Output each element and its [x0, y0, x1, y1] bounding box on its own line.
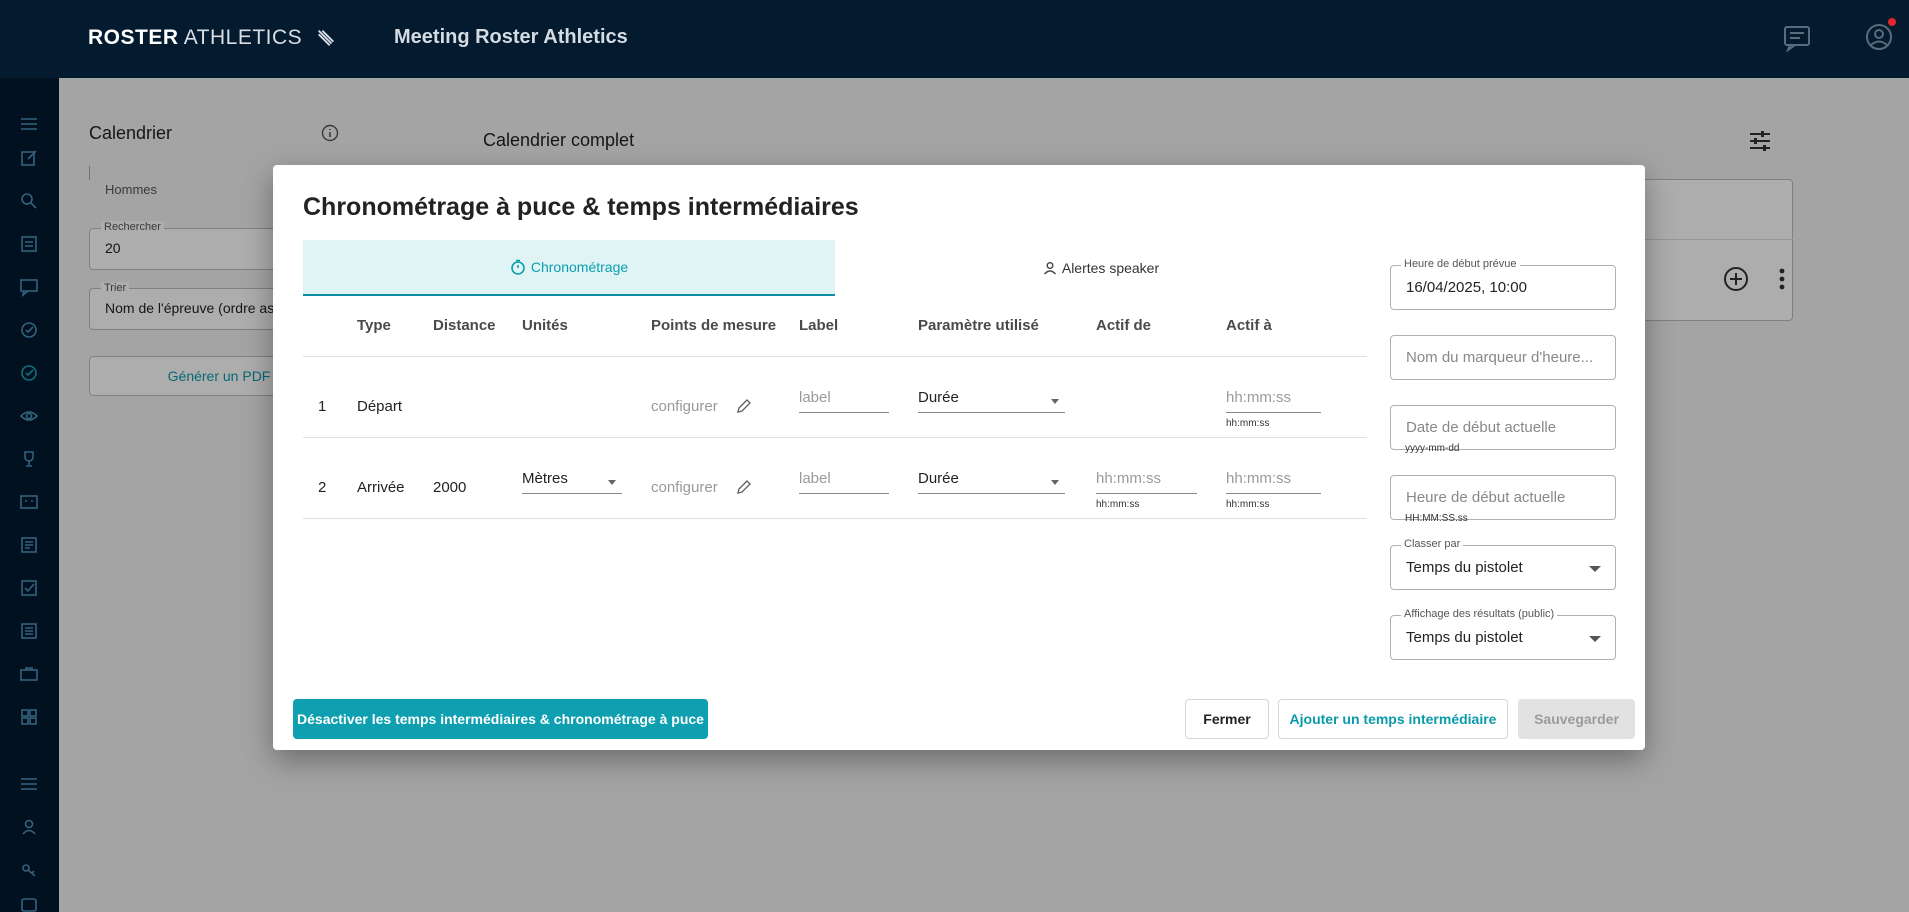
results-display-select[interactable]: Affichage des résultats (public) Temps d…	[1390, 608, 1616, 660]
dropdown-arrow-icon	[1051, 399, 1059, 404]
active-to-placeholder: hh:mm:ss	[1226, 470, 1292, 487]
planned-start-label: Heure de début prévue	[1401, 258, 1520, 270]
dropdown-arrow-icon	[1589, 636, 1601, 642]
planned-start-value: 16/04/2025, 10:00	[1406, 279, 1527, 296]
timer-icon	[511, 259, 525, 275]
actual-start-date-placeholder: Date de début actuelle	[1406, 419, 1557, 436]
column-header: Unités	[522, 317, 568, 334]
dialog-title: Chronométrage à puce & temps intermédiai…	[303, 193, 859, 221]
chip-timing-dialog: Chronométrage à puce & temps intermédiai…	[273, 165, 1645, 750]
unit-value: Mètres	[522, 470, 568, 487]
results-display-value: Temps du pistolet	[1406, 629, 1523, 646]
add-split-button[interactable]: Ajouter un temps intermédiaire	[1278, 699, 1508, 739]
notification-badge	[1888, 18, 1896, 26]
time-marker-placeholder: Nom du marqueur d'heure...	[1406, 349, 1594, 366]
logo-light-text: ATHLETICS	[183, 26, 303, 49]
actual-start-time-placeholder: Heure de début actuelle	[1406, 489, 1566, 506]
logo-bold-text: ROSTER	[88, 26, 179, 49]
column-header: Distance	[433, 317, 496, 334]
column-header: Type	[357, 317, 391, 334]
label-input[interactable]: label	[799, 387, 889, 413]
active-to-helper: hh:mm:ss	[1226, 418, 1270, 429]
actual-start-time-helper: HH:MM:SS.ss	[1405, 513, 1468, 524]
top-bar: ROSTER ATHLETICS Meeting Roster Athletic…	[0, 0, 1909, 78]
app-title: Meeting Roster Athletics	[394, 26, 628, 48]
dropdown-arrow-icon	[608, 480, 616, 485]
row-type: Arrivée	[357, 479, 405, 496]
label-placeholder: label	[799, 470, 831, 487]
label-placeholder: label	[799, 389, 831, 406]
chat-icon[interactable]	[1782, 24, 1812, 52]
row-distance: 2000	[433, 479, 467, 496]
tab-label: Alertes speaker	[1061, 260, 1160, 276]
dropdown-arrow-icon	[1051, 480, 1059, 485]
tab-label: Chronométrage	[530, 259, 629, 275]
logo[interactable]: ROSTER ATHLETICS	[88, 26, 337, 50]
column-header: Paramètre utilisé	[918, 317, 1039, 334]
parameter-select[interactable]: Durée	[918, 387, 1065, 413]
person-icon	[1043, 262, 1056, 275]
parameter-value: Durée	[918, 389, 959, 406]
tab-bar: Chronométrage Alertes speaker	[303, 240, 1367, 296]
tab-chronometrage[interactable]: Chronométrage	[303, 240, 835, 296]
row-index: 2	[318, 479, 327, 496]
unit-select[interactable]: Mètres	[522, 468, 622, 494]
planned-start-field[interactable]: Heure de début prévue 16/04/2025, 10:00	[1390, 258, 1616, 310]
column-header: Actif à	[1226, 317, 1272, 334]
active-to-input[interactable]: hh:mm:ss	[1226, 468, 1321, 494]
column-header: Actif de	[1096, 317, 1152, 334]
active-from-placeholder: hh:mm:ss	[1096, 470, 1162, 487]
label-input[interactable]: label	[799, 468, 889, 494]
feather-icon	[317, 30, 334, 47]
configure-link[interactable]: configurer	[651, 479, 718, 496]
dropdown-arrow-icon	[1589, 566, 1601, 572]
active-to-input[interactable]: hh:mm:ss	[1226, 387, 1321, 413]
configure-link[interactable]: configurer	[651, 398, 718, 415]
close-button[interactable]: Fermer	[1185, 699, 1269, 739]
active-from-helper: hh:mm:ss	[1096, 499, 1140, 510]
active-to-placeholder: hh:mm:ss	[1226, 389, 1292, 406]
tab-alertes-speaker[interactable]: Alertes speaker	[835, 240, 1367, 296]
row-index: 1	[318, 398, 327, 415]
active-to-helper: hh:mm:ss	[1226, 499, 1270, 510]
results-display-label: Affichage des résultats (public)	[1401, 608, 1558, 620]
account-icon[interactable]	[1864, 22, 1894, 52]
rank-by-value: Temps du pistolet	[1406, 559, 1523, 576]
row-type: Départ	[357, 398, 403, 415]
parameter-value: Durée	[918, 470, 959, 487]
pencil-icon[interactable]	[735, 397, 753, 415]
time-marker-field[interactable]: Nom du marqueur d'heure...	[1390, 335, 1616, 380]
rank-by-label: Classer par	[1401, 538, 1464, 550]
column-header: Points de mesure	[651, 317, 777, 334]
disable-chip-timing-button[interactable]: Désactiver les temps intermédiaires & ch…	[293, 699, 708, 739]
rank-by-select[interactable]: Classer par Temps du pistolet	[1390, 538, 1616, 590]
active-from-input[interactable]: hh:mm:ss	[1096, 468, 1197, 494]
pencil-icon[interactable]	[735, 478, 753, 496]
save-button[interactable]: Sauvegarder	[1518, 699, 1635, 739]
actual-start-date-helper: yyyy-mm-dd	[1405, 443, 1460, 454]
parameter-select[interactable]: Durée	[918, 468, 1065, 494]
column-header: Label	[799, 317, 839, 334]
